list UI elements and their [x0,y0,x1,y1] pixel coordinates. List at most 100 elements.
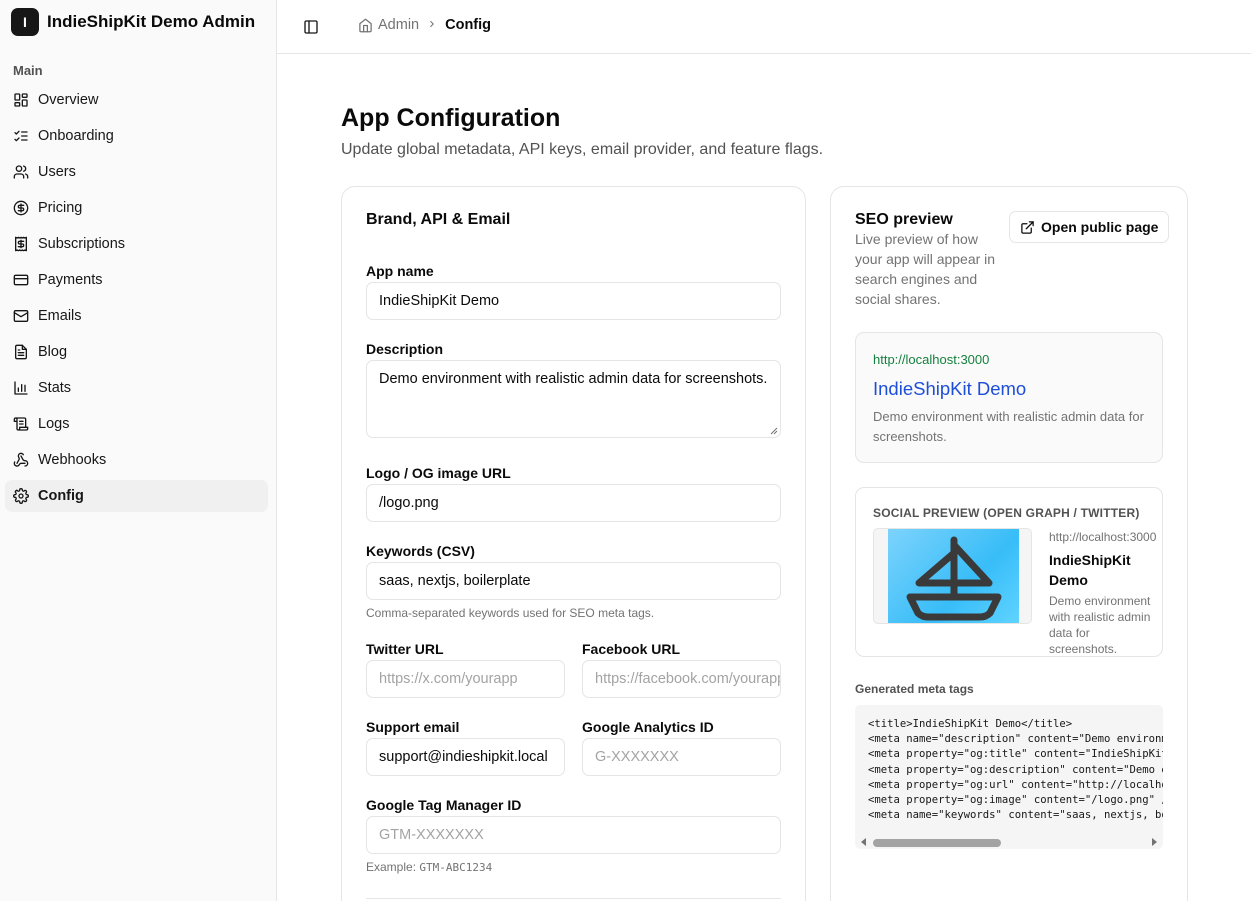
sidebar-item-label: Overview [38,92,99,108]
sidebar-item-label: Pricing [38,200,83,216]
sidebar-item-pricing[interactable]: Pricing [5,192,268,224]
seo-preview-card: SEO preview Live preview of how your app… [830,186,1188,901]
sidebar-item-label: Subscriptions [38,236,126,252]
sidebar-item-label: Config [38,488,84,504]
horizontal-scrollbar[interactable] [855,835,1163,849]
mail-icon [13,310,29,322]
sidebar-item-label: Logs [38,416,70,432]
home-icon [359,18,372,32]
brand-api-email-card: Brand, API & Email App name IndieShipKit… [341,186,806,901]
receipt-dollar-icon [15,236,27,252]
chevron-right-icon [427,18,437,32]
sidebar-item-label: Stats [38,380,72,396]
sidebar-item-label: Webhooks [38,452,107,468]
app-name-input[interactable]: IndieShipKit Demo [366,282,781,320]
sidebar-item-users[interactable]: Users [5,156,268,188]
sidebar-item-subscriptions[interactable]: Subscriptions [5,228,268,260]
sidebar-item-label: Blog [38,344,68,360]
ga-id-label: Google Analytics ID [582,719,714,735]
top-header: Admin Config [277,0,1251,54]
twitter-url-input[interactable]: https://x.com/yourapp [366,660,565,698]
scroll-left-icon[interactable] [861,838,866,846]
scroll-icon [13,417,29,431]
users-icon [13,165,29,179]
sidebar-item-webhooks[interactable]: Webhooks [5,444,268,476]
layout-grid-icon [14,93,28,107]
resize-grip-icon[interactable] [770,427,778,435]
brand[interactable]: I IndieShipKit Demo Admin [11,8,255,36]
breadcrumb: Admin Config [358,17,491,33]
gtm-id-label: Google Tag Manager ID [366,797,522,813]
gtm-hint-prefix: Example: [366,860,420,874]
facebook-url-label: Facebook URL [582,641,681,657]
gtm-id-hint: Example: GTM-ABC1234 [366,860,492,874]
social-preview-url: http://localhost:3000 [1049,530,1157,544]
page-subtitle: Update global metadata, API keys, email … [341,141,824,158]
keywords-hint: Comma-separated keywords used for SEO me… [366,606,655,620]
panel-left-icon [304,20,318,34]
search-result-title[interactable]: IndieShipKit Demo [873,378,1026,400]
list-checks-icon [14,130,28,142]
search-result-preview: http://localhost:3000 IndieShipKit Demo … [855,332,1163,463]
gtm-hint-example: GTM-ABC1234 [419,861,493,874]
sailboat-icon [906,536,1002,621]
seo-preview-description: Live preview of how your app will appear… [855,231,996,307]
webhook-icon [13,452,29,467]
sidebar-item-label: Payments [38,272,103,288]
app-name-label: App name [366,263,434,279]
sidebar-item-config[interactable]: Config [5,480,268,512]
keywords-input[interactable]: saas, nextjs, boilerplate [366,562,781,600]
meta-tags-code[interactable]: <title>IndieShipKit Demo</title> <meta n… [855,705,1163,849]
dollar-circle-icon [13,200,29,216]
meta-tags-label: Generated meta tags [855,682,974,696]
gtm-id-input[interactable]: GTM-XXXXXXX [366,816,781,854]
sidebar-item-label: Emails [38,308,82,324]
sidebar-item-label: Onboarding [38,128,114,144]
sidebar-toggle-button[interactable] [301,17,321,37]
sidebar-item-payments[interactable]: Payments [5,264,268,296]
description-label: Description [366,341,444,357]
open-public-page-button[interactable]: Open public page [1009,211,1170,243]
scroll-right-icon[interactable] [1152,838,1157,846]
breadcrumb-admin-label: Admin [378,17,420,33]
breadcrumb-admin-link[interactable]: Admin [358,17,419,33]
description-value: Demo environment with realistic admin da… [379,371,768,387]
gear-icon [13,488,29,504]
sidebar-item-onboarding[interactable]: Onboarding [5,120,268,152]
social-preview-label: SOCIAL PREVIEW (OPEN GRAPH / TWITTER) [873,506,1140,520]
twitter-url-label: Twitter URL [366,641,444,657]
og-image-preview [873,528,1032,624]
sidebar-item-emails[interactable]: Emails [5,300,268,332]
credit-card-icon [13,274,29,286]
keywords-label: Keywords (CSV) [366,543,475,559]
logo-url-input[interactable]: /logo.png [366,484,781,522]
search-result-description: Demo environment with realistic admin da… [873,409,1144,444]
file-text-icon [15,344,27,360]
divider [366,898,781,899]
facebook-url-input[interactable]: https://facebook.com/yourapp [582,660,781,698]
sidebar-item-logs[interactable]: Logs [5,408,268,440]
seo-preview-title: SEO preview [855,211,953,228]
search-result-url: http://localhost:3000 [873,352,990,367]
sidebar-item-overview[interactable]: Overview [5,84,268,116]
meta-tags-code-text: <title>IndieShipKit Demo</title> <meta n… [868,718,1163,822]
social-preview-title: IndieShipKit Demo [1049,552,1131,588]
breadcrumb-current: Config [445,17,492,33]
sidebar-item-blog[interactable]: Blog [5,336,268,368]
sidebar: I IndieShipKit Demo Admin Main Overview … [0,0,277,901]
sidebar-item-label: Users [38,164,76,180]
card-title: Brand, API & Email [366,211,511,228]
brand-name: IndieShipKit Demo Admin [47,12,256,31]
social-preview: SOCIAL PREVIEW (OPEN GRAPH / TWITTER) ht… [855,487,1163,657]
support-email-label: Support email [366,719,460,735]
description-textarea[interactable]: Demo environment with realistic admin da… [366,360,781,438]
logo-url-label: Logo / OG image URL [366,465,511,481]
scroll-thumb[interactable] [873,839,1001,847]
sidebar-item-stats[interactable]: Stats [5,372,268,404]
sidebar-nav: Overview Onboarding Users Pricing Subscr… [5,84,268,516]
ga-id-input[interactable]: G-XXXXXXX [582,738,781,776]
external-link-icon [1021,220,1034,234]
sidebar-section-label: Main [13,63,43,78]
support-email-input[interactable]: support@indieshipkit.local [366,738,565,776]
open-public-page-label: Open public page [1041,219,1159,235]
